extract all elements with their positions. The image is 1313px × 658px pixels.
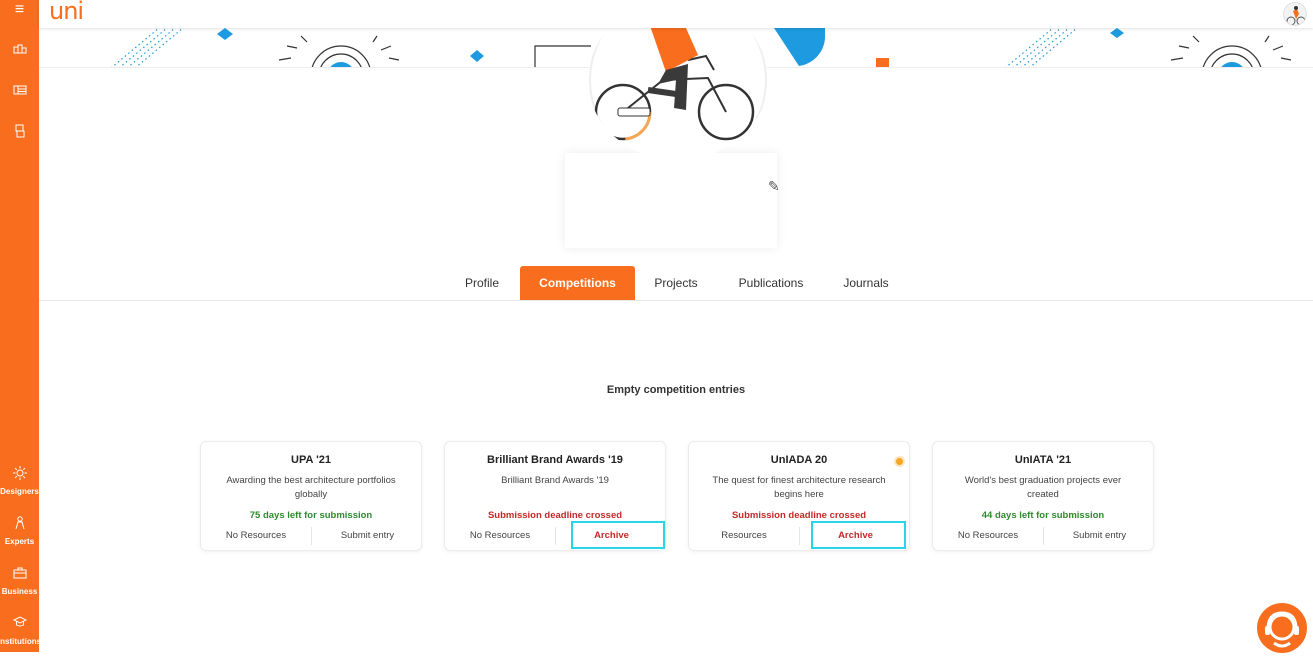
card-title: UnIATA '21 [1014,454,1072,466]
sidebar: ≡ Designers Experts Business Institution… [0,0,41,652]
card-title: UPA '21 [291,454,331,466]
resources-button[interactable]: No Resources [445,527,556,545]
card-description: World's best graduation projects ever cr… [964,475,1122,500]
menu-icon[interactable]: ≡ [0,2,39,18]
card-status: 75 days left for submission [249,510,373,521]
card-status: Submission deadline crossed [487,510,623,521]
resources-button[interactable]: No Resources [933,527,1044,545]
person-icon[interactable] [0,516,39,533]
competition-card-uniata21[interactable]: UnIATA '21 World's best graduation proje… [932,441,1154,551]
sidebar-item-designers[interactable]: Designers [0,487,45,496]
card-description: Brilliant Brand Awards '19 [501,475,609,486]
sidebar-item-experts[interactable]: Experts [0,537,45,546]
card-title: Brilliant Brand Awards '19 [487,454,623,466]
submit-entry-button[interactable]: Submit entry [1044,527,1155,545]
sidebar-item-business[interactable]: Business [0,587,45,596]
briefcase-icon[interactable] [0,567,39,582]
sun-icon[interactable] [0,466,39,483]
tab-competitions[interactable]: Competitions [520,266,635,300]
card-status: 44 days left for submission [981,510,1105,521]
card-actions: No Resources Submit entry [933,527,1153,545]
top-bar: uni [39,0,1313,28]
edit-icon[interactable]: ✎ [768,178,780,195]
profile-tabs: Profile Competitions Projects Publicatio… [39,266,1313,301]
card-description: Awarding the best architecture portfolio… [226,475,396,500]
sidebar-item-institutions[interactable]: Institutions [0,637,45,646]
grid-icon[interactable] [0,43,39,57]
document-icon[interactable] [0,124,39,141]
graduation-cap-icon[interactable] [0,616,39,631]
resources-button[interactable]: No Resources [201,527,312,545]
tab-profile[interactable]: Profile [452,266,512,300]
card-status: Submission deadline crossed [731,510,867,521]
archive-highlight [571,521,665,549]
section-title: Empty competition entries [606,384,746,396]
card-title: UnIADA 20 [770,454,828,466]
tab-journals[interactable]: Journals [835,266,897,300]
archive-highlight [811,521,906,549]
tab-projects[interactable]: Projects [645,266,707,300]
support-chat-button[interactable] [1257,603,1307,653]
list-icon[interactable] [0,84,39,98]
profile-name-card [565,153,777,248]
uni-logo[interactable]: uni [49,0,84,25]
resources-button[interactable]: Resources [689,527,800,545]
user-avatar[interactable] [1283,2,1307,26]
card-actions: No Resources Submit entry [201,527,421,545]
card-description: The quest for finest architecture resear… [712,475,886,500]
submit-entry-button[interactable]: Submit entry [312,527,423,545]
competition-card-upa21[interactable]: UPA '21 Awarding the best architecture p… [200,441,422,551]
tab-publications[interactable]: Publications [727,266,815,300]
